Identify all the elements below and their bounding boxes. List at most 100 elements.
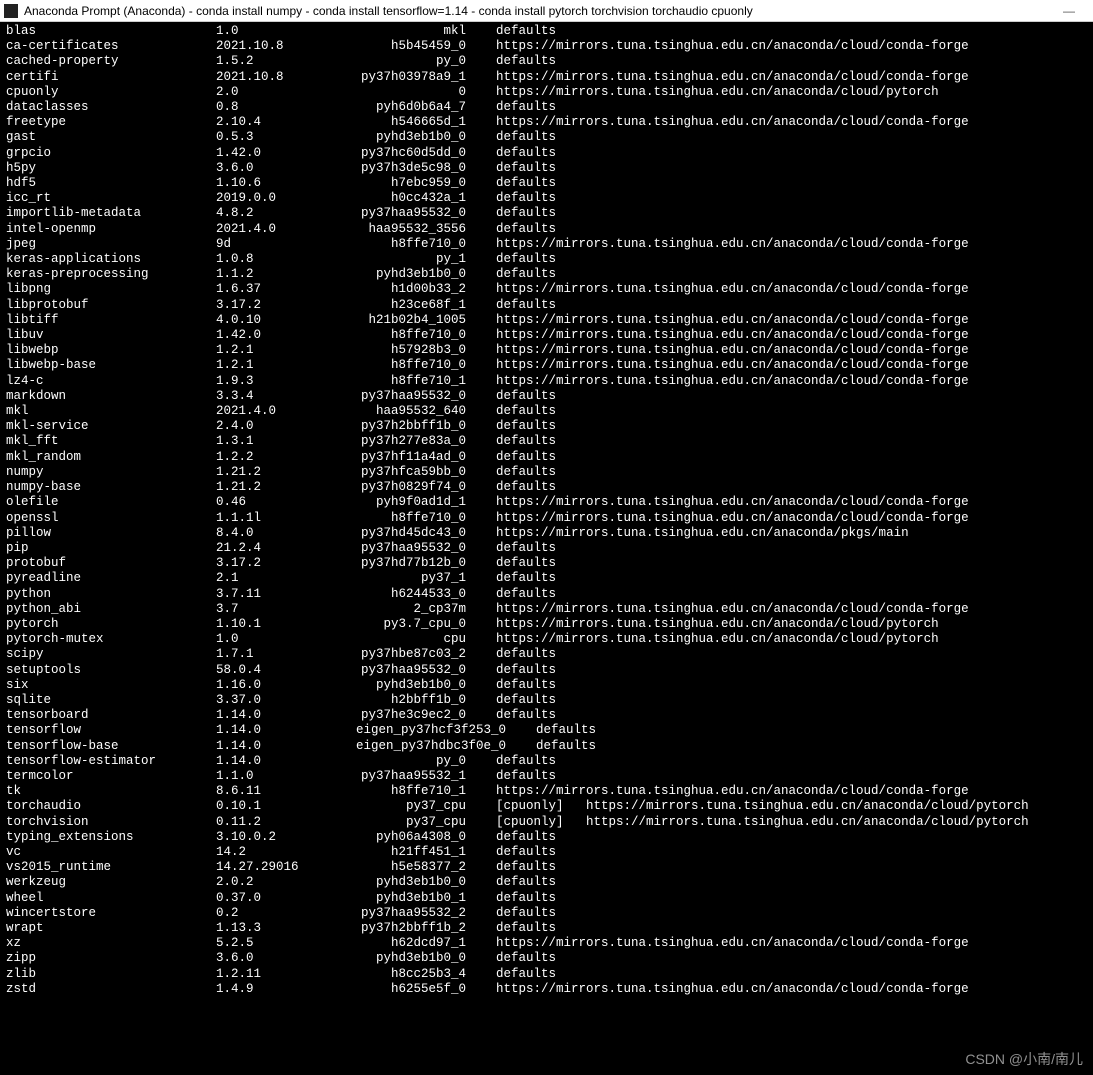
package-version: 21.2.4 bbox=[216, 541, 336, 556]
package-build: py37h2bbff1b_0 bbox=[336, 419, 496, 434]
package-build: py37haa95532_1 bbox=[336, 769, 496, 784]
package-name: pytorch bbox=[6, 617, 216, 632]
package-channel: defaults bbox=[496, 298, 1087, 313]
package-version: 1.5.2 bbox=[216, 54, 336, 69]
package-build: h8ffe710_1 bbox=[336, 374, 496, 389]
package-version: 1.2.11 bbox=[216, 967, 336, 982]
package-version: 0.37.0 bbox=[216, 891, 336, 906]
package-row: six1.16.0pyhd3eb1b0_0defaults bbox=[6, 678, 1087, 693]
package-row: tensorflow-base1.14.0eigen_py37hdbc3f0e_… bbox=[6, 739, 1087, 754]
package-version: 1.1.0 bbox=[216, 769, 336, 784]
package-channel: defaults bbox=[496, 222, 1087, 237]
package-channel: https://mirrors.tuna.tsinghua.edu.cn/ana… bbox=[496, 115, 1087, 130]
package-version: 3.10.0.2 bbox=[216, 830, 336, 845]
package-build: h8ffe710_0 bbox=[336, 358, 496, 373]
package-name: certifi bbox=[6, 70, 216, 85]
package-name: tk bbox=[6, 784, 216, 799]
package-name: termcolor bbox=[6, 769, 216, 784]
package-build: 2_cp37m bbox=[336, 602, 496, 617]
package-row: python3.7.11h6244533_0defaults bbox=[6, 587, 1087, 602]
package-channel: https://mirrors.tuna.tsinghua.edu.cn/ana… bbox=[496, 237, 1087, 252]
package-row: dataclasses0.8pyh6d0b6a4_7defaults bbox=[6, 100, 1087, 115]
package-channel: defaults bbox=[496, 647, 1087, 662]
package-build: py37haa95532_0 bbox=[336, 541, 496, 556]
package-name: wincertstore bbox=[6, 906, 216, 921]
package-name: tensorflow-estimator bbox=[6, 754, 216, 769]
package-build: h5e58377_2 bbox=[336, 860, 496, 875]
package-version: 0.5.3 bbox=[216, 130, 336, 145]
package-row: mkl-service2.4.0py37h2bbff1b_0defaults bbox=[6, 419, 1087, 434]
package-build: pyh6d0b6a4_7 bbox=[336, 100, 496, 115]
package-version: 1.14.0 bbox=[216, 708, 336, 723]
package-build: pyhd3eb1b0_0 bbox=[336, 678, 496, 693]
package-channel: defaults bbox=[496, 434, 1087, 449]
package-channel: defaults bbox=[496, 465, 1087, 480]
package-name: tensorflow bbox=[6, 723, 216, 738]
package-channel: defaults bbox=[496, 130, 1087, 145]
package-row: pyreadline2.1py37_1defaults bbox=[6, 571, 1087, 586]
package-version: 2.1 bbox=[216, 571, 336, 586]
package-row: zstd1.4.9h6255e5f_0https://mirrors.tuna.… bbox=[6, 982, 1087, 997]
package-row: libtiff4.0.10h21b02b4_1005https://mirror… bbox=[6, 313, 1087, 328]
package-row: libwebp1.2.1h57928b3_0https://mirrors.tu… bbox=[6, 343, 1087, 358]
package-channel: defaults bbox=[496, 708, 1087, 723]
package-row: setuptools58.0.4py37haa95532_0defaults bbox=[6, 663, 1087, 678]
package-row: certifi2021.10.8py37h03978a9_1https://mi… bbox=[6, 70, 1087, 85]
package-build: pyhd3eb1b0_0 bbox=[336, 875, 496, 890]
package-channel: defaults bbox=[496, 830, 1087, 845]
package-row: pytorch1.10.1py3.7_cpu_0https://mirrors.… bbox=[6, 617, 1087, 632]
package-version: 2.10.4 bbox=[216, 115, 336, 130]
package-row: sqlite3.37.0h2bbff1b_0defaults bbox=[6, 693, 1087, 708]
package-channel: https://mirrors.tuna.tsinghua.edu.cn/ana… bbox=[496, 617, 1087, 632]
package-row: keras-preprocessing1.1.2pyhd3eb1b0_0defa… bbox=[6, 267, 1087, 282]
package-row: intel-openmp2021.4.0haa95532_3556default… bbox=[6, 222, 1087, 237]
package-name: wheel bbox=[6, 891, 216, 906]
package-version: 1.9.3 bbox=[216, 374, 336, 389]
package-row: scipy1.7.1py37hbe87c03_2defaults bbox=[6, 647, 1087, 662]
package-name: tensorflow-base bbox=[6, 739, 216, 754]
package-name: torchvision bbox=[6, 815, 216, 830]
package-channel: defaults bbox=[496, 891, 1087, 906]
package-name: mkl_fft bbox=[6, 434, 216, 449]
package-build: py37h3de5c98_0 bbox=[336, 161, 496, 176]
package-channel: defaults bbox=[496, 663, 1087, 678]
package-row: numpy1.21.2py37hfca59bb_0defaults bbox=[6, 465, 1087, 480]
package-version: 1.1.1l bbox=[216, 511, 336, 526]
package-build: h0cc432a_1 bbox=[336, 191, 496, 206]
package-row: lz4-c1.9.3h8ffe710_1https://mirrors.tuna… bbox=[6, 374, 1087, 389]
package-build: py37_cpu bbox=[336, 815, 496, 830]
package-channel: https://mirrors.tuna.tsinghua.edu.cn/ana… bbox=[496, 282, 1087, 297]
package-channel: defaults bbox=[496, 176, 1087, 191]
package-build: h6255e5f_0 bbox=[336, 982, 496, 997]
package-name: libwebp-base bbox=[6, 358, 216, 373]
minimize-button[interactable]: — bbox=[1049, 4, 1089, 18]
package-version: 14.2 bbox=[216, 845, 336, 860]
package-name: hdf5 bbox=[6, 176, 216, 191]
package-channel: defaults bbox=[496, 267, 1087, 282]
package-channel: defaults bbox=[496, 693, 1087, 708]
package-name: intel-openmp bbox=[6, 222, 216, 237]
package-build: py37h03978a9_1 bbox=[336, 70, 496, 85]
package-name: h5py bbox=[6, 161, 216, 176]
package-row: markdown3.3.4py37haa95532_0defaults bbox=[6, 389, 1087, 404]
package-row: libuv1.42.0h8ffe710_0https://mirrors.tun… bbox=[6, 328, 1087, 343]
package-channel: defaults bbox=[496, 419, 1087, 434]
package-build: py_0 bbox=[336, 54, 496, 69]
package-build: haa95532_3556 bbox=[336, 222, 496, 237]
package-row: cached-property1.5.2py_0defaults bbox=[6, 54, 1087, 69]
package-row: tensorboard1.14.0py37he3c9ec2_0defaults bbox=[6, 708, 1087, 723]
package-version: 1.2.1 bbox=[216, 358, 336, 373]
package-channel: defaults bbox=[496, 754, 1087, 769]
package-channel: https://mirrors.tuna.tsinghua.edu.cn/ana… bbox=[496, 343, 1087, 358]
package-version: 4.0.10 bbox=[216, 313, 336, 328]
package-name: pillow bbox=[6, 526, 216, 541]
package-name: vs2015_runtime bbox=[6, 860, 216, 875]
package-build: py37hfca59bb_0 bbox=[336, 465, 496, 480]
window-titlebar: Anaconda Prompt (Anaconda) - conda insta… bbox=[0, 0, 1093, 22]
package-channel: https://mirrors.tuna.tsinghua.edu.cn/ana… bbox=[496, 313, 1087, 328]
package-version: 0.2 bbox=[216, 906, 336, 921]
package-build: h8ffe710_0 bbox=[336, 511, 496, 526]
package-version: 1.10.6 bbox=[216, 176, 336, 191]
package-channel: https://mirrors.tuna.tsinghua.edu.cn/ana… bbox=[496, 982, 1087, 997]
package-version: 1.42.0 bbox=[216, 146, 336, 161]
